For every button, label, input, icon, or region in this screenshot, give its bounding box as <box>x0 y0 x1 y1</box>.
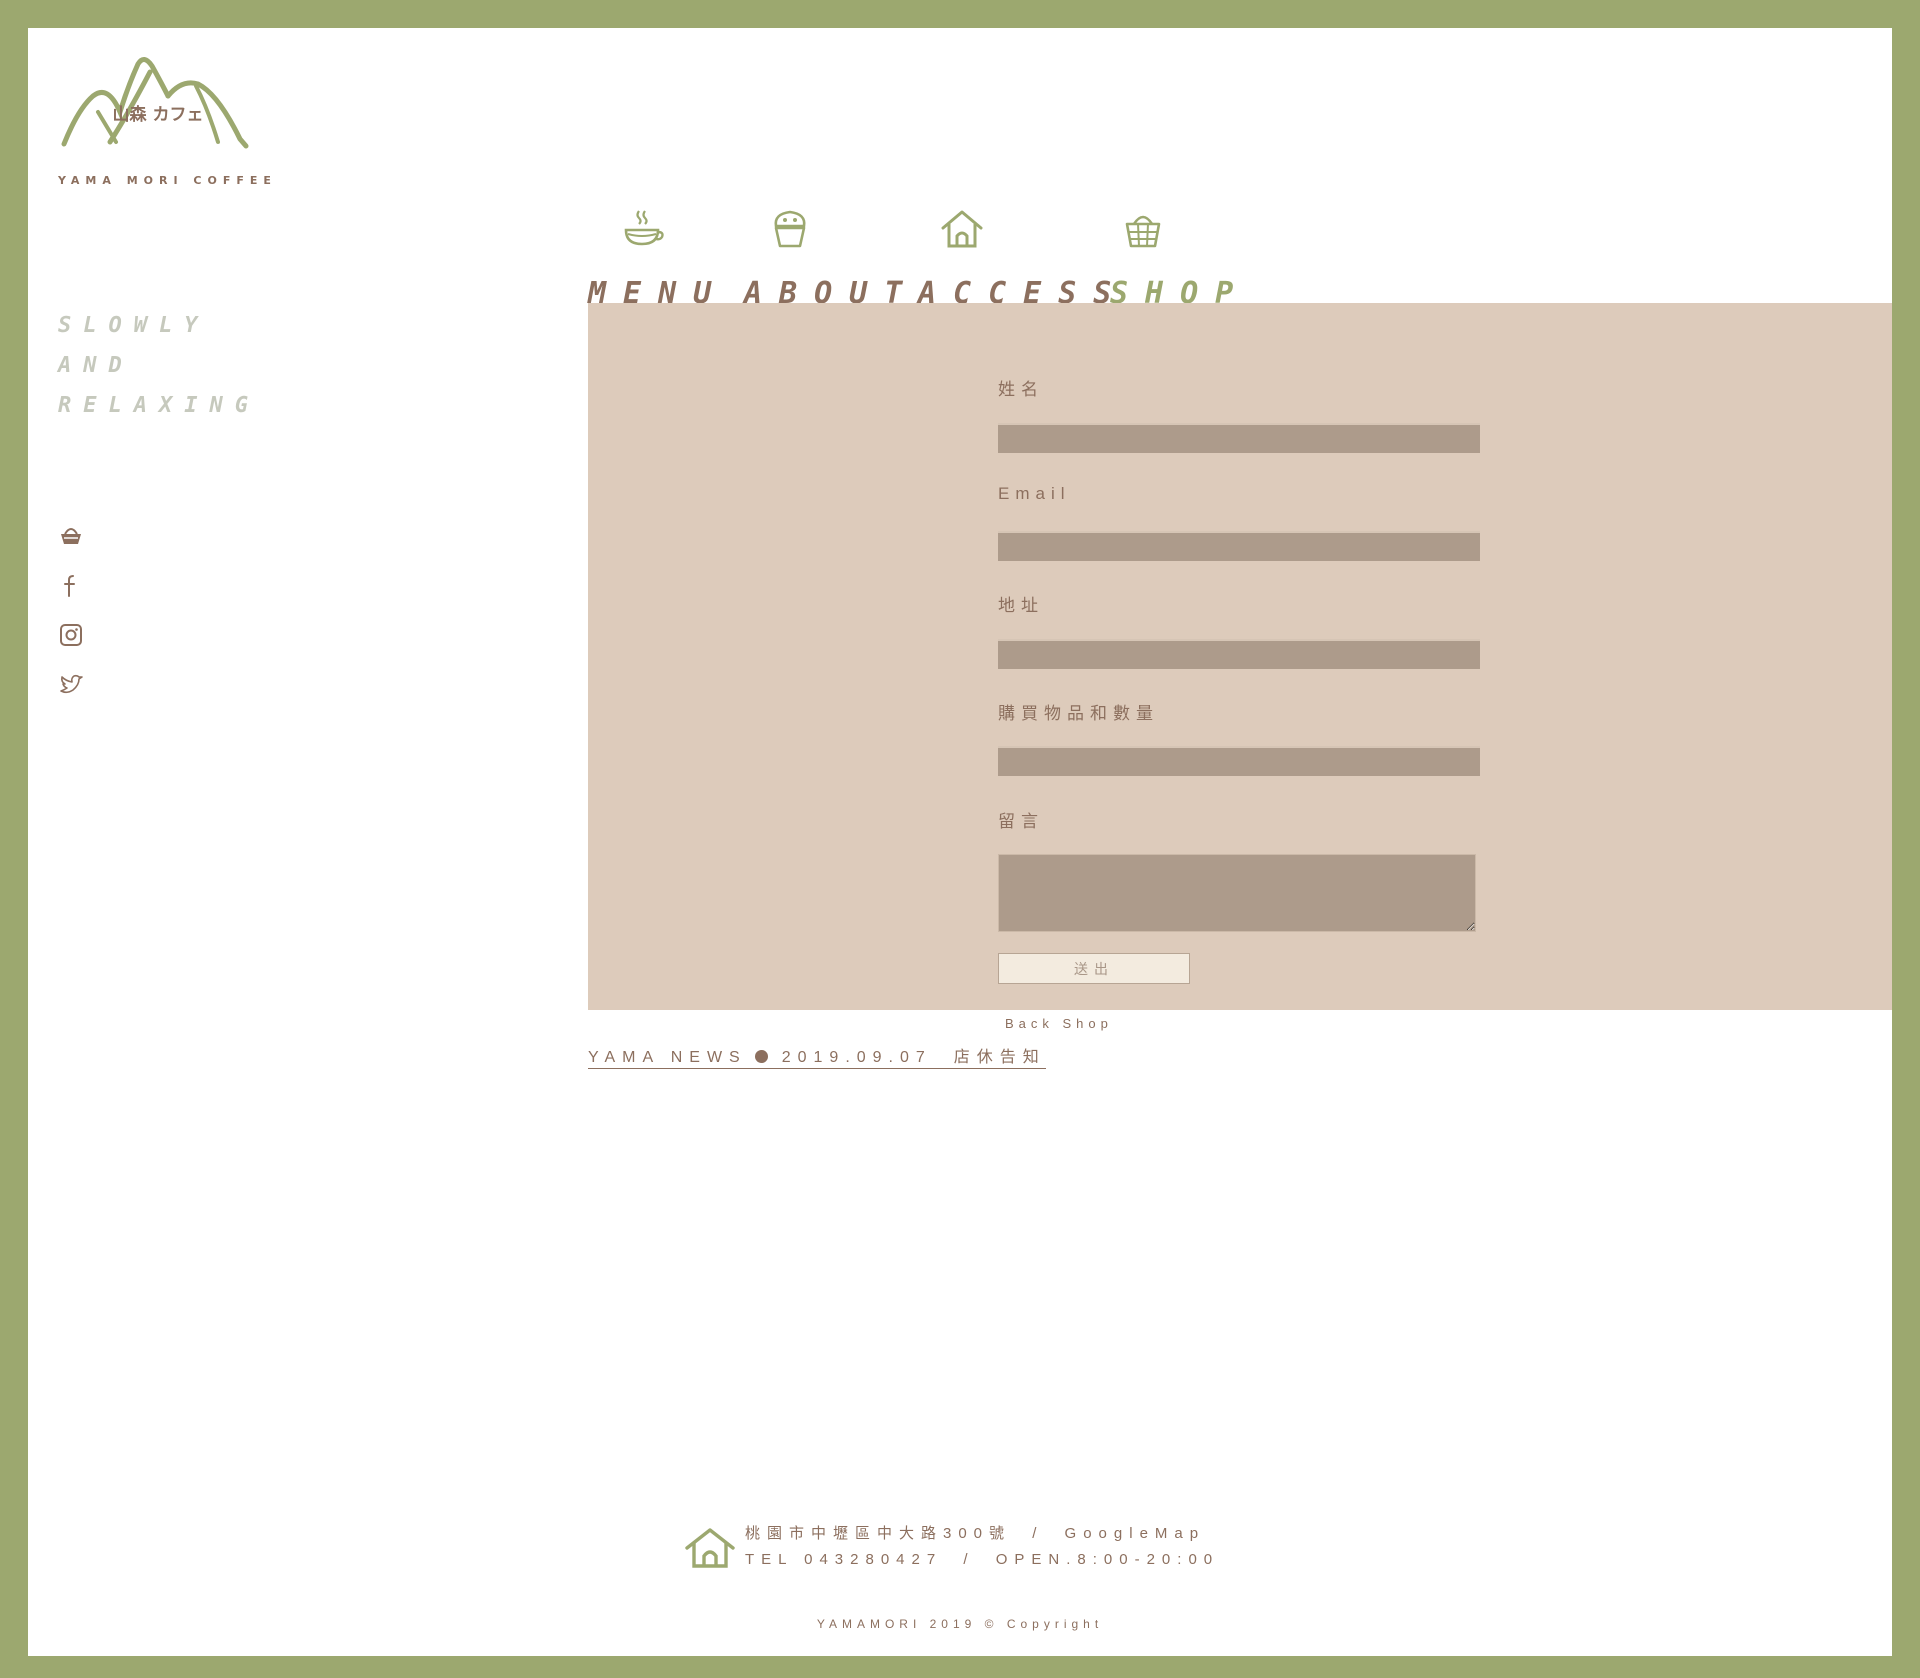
footer-contact-line: TEL 043280427 / OPEN.8:00-20:00 <box>745 1551 1219 1568</box>
dot-icon <box>754 1050 768 1063</box>
footer-separator: / <box>1032 1525 1044 1542</box>
news-date: 2019.09.07 <box>781 1049 932 1066</box>
footer-hours: OPEN.8:00-20:00 <box>995 1551 1220 1568</box>
logo-subtitle: YAMA MORI COFFEE <box>58 174 277 187</box>
news-label: YAMA NEWS <box>588 1049 747 1066</box>
main-nav: MENU ABOUT ACCESS SHOP <box>588 180 1233 320</box>
twitter-icon[interactable] <box>58 672 84 698</box>
name-label: 姓名 <box>998 380 1044 399</box>
news-title: 店休告知 <box>953 1049 1046 1066</box>
message-field[interactable] <box>998 854 1476 932</box>
order-form: 姓名 Email 地址 購買物品和數量 留言 送出 Back Shop <box>588 303 1892 1031</box>
message-label: 留言 <box>998 812 1044 831</box>
cupcake-icon <box>770 208 810 255</box>
email-field[interactable] <box>998 531 1480 561</box>
news-link[interactable]: YAMA NEWS 2019.09.07 店休告知 <box>588 1043 1046 1069</box>
name-field[interactable] <box>998 423 1480 453</box>
slogan-line: AND <box>58 353 134 378</box>
shop-basket-icon[interactable] <box>58 522 84 548</box>
logo-title: 山森 カフェ <box>113 104 204 125</box>
coffee-cup-icon <box>622 208 664 255</box>
slogan-line: RELAXING <box>58 393 260 418</box>
page: 山森 カフェ YAMA MORI COFFEE SLOWLY AND RELAX… <box>28 28 1892 1656</box>
facebook-icon[interactable] <box>58 572 84 598</box>
slogan: SLOWLY AND RELAXING <box>58 306 260 426</box>
slogan-line: SLOWLY <box>58 313 210 338</box>
footer-address: 桃園市中壢區中大路300號 <box>745 1525 1012 1542</box>
submit-button[interactable]: 送出 <box>998 953 1190 984</box>
logo[interactable]: 山森 カフェ YAMA MORI COFFEE <box>58 54 277 194</box>
items-label: 購買物品和數量 <box>998 704 1159 723</box>
footer-address-line: 桃園市中壢區中大路300號 / GoogleMap <box>745 1522 1205 1543</box>
instagram-icon[interactable] <box>58 622 84 648</box>
address-label: 地址 <box>998 596 1044 615</box>
footer-tel: TEL 043280427 <box>745 1551 943 1568</box>
house-icon <box>940 208 984 255</box>
mountain-logo-icon: 山森 カフェ <box>61 57 249 149</box>
basket-icon <box>1124 208 1162 255</box>
back-shop-link[interactable]: Back Shop <box>1005 1016 1113 1031</box>
items-field[interactable] <box>998 746 1480 776</box>
social-links <box>58 522 84 722</box>
address-field[interactable] <box>998 639 1480 669</box>
house-icon <box>684 1526 736 1575</box>
email-label: Email <box>998 484 1071 503</box>
footer-separator: / <box>963 1551 975 1568</box>
google-map-link[interactable]: GoogleMap <box>1065 1525 1206 1542</box>
copyright: YAMAMORI 2019 © Copyright <box>816 1617 1104 1631</box>
